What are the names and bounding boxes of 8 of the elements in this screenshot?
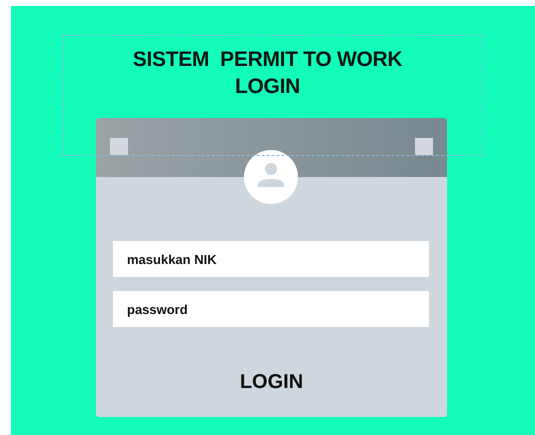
login-button[interactable]: LOGIN (234, 369, 310, 396)
user-avatar-icon (244, 150, 298, 204)
input-field[interactable]: password (113, 291, 429, 327)
page-title: SISTEM PERMIT TO WORK (132, 47, 402, 73)
square-icon (415, 138, 433, 155)
square-icon (110, 138, 128, 155)
page-title: LOGIN (235, 74, 300, 100)
input-field[interactable]: masukkan NIK (113, 241, 429, 277)
